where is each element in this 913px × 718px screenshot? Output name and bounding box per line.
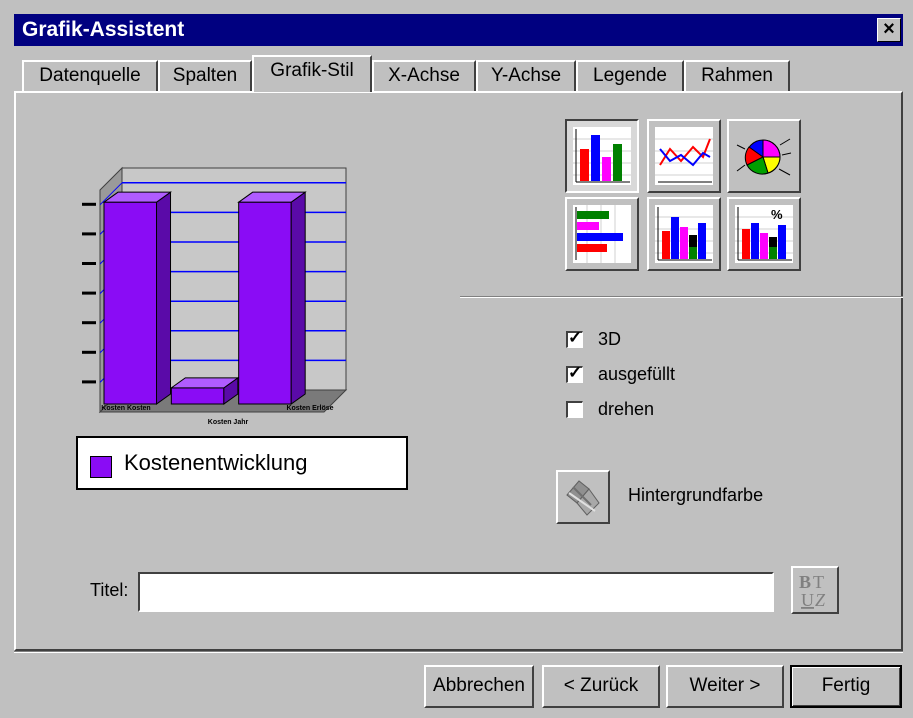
percent-stacked-bar-chart-icon: %: [735, 205, 793, 263]
title-label: Titel:: [90, 580, 129, 600]
tab-label: X-Achse: [388, 65, 460, 86]
chart-x-tick-label: Kosten Kosten: [101, 405, 150, 412]
horizontal-bar-chart-icon: [573, 205, 631, 263]
chart-y-tick-label: [82, 232, 96, 236]
tab-legende[interactable]: Legende: [576, 60, 684, 91]
chart-y-tick-label: [82, 202, 96, 206]
checkmark-icon: ✓: [568, 328, 583, 347]
next-button-label: Weiter >: [689, 675, 761, 696]
back-button[interactable]: < Zurück: [542, 665, 660, 708]
chart-bar-side: [156, 191, 172, 405]
tab-label: Datenquelle: [39, 65, 141, 86]
tab-x-achse[interactable]: X-Achse: [372, 60, 476, 91]
chart-legend: Kostenentwicklung: [76, 436, 408, 490]
finish-button[interactable]: Fertig: [790, 665, 902, 708]
cancel-button[interactable]: Abbrechen: [424, 665, 534, 708]
button-bar-separator: [14, 651, 903, 653]
tab-label: Y-Achse: [490, 65, 562, 86]
paint-roller-icon: [566, 480, 600, 516]
legend-swatch: [90, 456, 112, 478]
chart-y-tick-label: [82, 262, 96, 265]
stacked-bar-chart-icon: [655, 205, 713, 263]
options-separator: [460, 296, 903, 298]
close-button[interactable]: ×: [877, 18, 901, 42]
chart-y-tick-label: [82, 380, 96, 384]
bar-chart-icon: [573, 127, 631, 185]
pie-chart-icon: [735, 127, 793, 185]
chart-x-tick-label: Kosten Erlöse: [286, 405, 333, 412]
tab-spalten[interactable]: Spalten: [158, 60, 252, 91]
title-input[interactable]: [138, 572, 774, 612]
svg-text:B: B: [799, 572, 811, 592]
rotate-checkbox-label[interactable]: drehen: [598, 399, 654, 420]
svg-text:U: U: [801, 590, 814, 610]
tab-label: Spalten: [172, 65, 238, 86]
stacked-bar-chart-type-button[interactable]: [647, 197, 721, 271]
filled-checkbox[interactable]: ✓: [566, 363, 583, 383]
svg-text:Z: Z: [815, 590, 826, 610]
percent-stacked-bar-chart-type-button[interactable]: %: [727, 197, 801, 271]
chart-y-tick-label: [82, 321, 96, 325]
text-format-button[interactable]: B T U Z: [791, 566, 839, 614]
3d-checkbox-label[interactable]: 3D: [598, 329, 621, 350]
svg-text:%: %: [771, 207, 783, 222]
finish-button-label: Fertig: [821, 675, 871, 696]
cancel-button-label: Abbrechen: [433, 675, 525, 696]
background-color-button[interactable]: [556, 470, 610, 524]
svg-text:T: T: [813, 572, 824, 592]
chart-x-axis-title: Kosten Jahr: [208, 419, 249, 426]
pie-chart-type-button[interactable]: [727, 119, 801, 193]
chart-y-tick-label: [82, 350, 96, 354]
tab-y-achse[interactable]: Y-Achse: [476, 60, 576, 91]
horizontal-bar-chart-type-button[interactable]: [565, 197, 639, 271]
chart-bar: [103, 201, 158, 405]
line-chart-type-button[interactable]: [647, 119, 721, 193]
chart-bar: [170, 387, 225, 405]
chart-y-tick-label: [82, 291, 96, 295]
tab-label: Rahmen: [701, 65, 773, 86]
3d-checkbox[interactable]: ✓: [566, 328, 583, 348]
line-chart-icon: [655, 127, 713, 185]
next-button[interactable]: Weiter >: [666, 665, 784, 708]
bar-chart-type-button[interactable]: [565, 119, 639, 193]
dialog-window: Grafik-Assistent × Datenquelle Spalten G…: [0, 0, 913, 718]
chart-bar-side: [290, 191, 306, 405]
background-color-label: Hintergrundfarbe: [628, 485, 764, 505]
checkmark-icon: ✓: [568, 363, 583, 382]
close-icon: ×: [883, 18, 895, 40]
chart-bar: [238, 201, 292, 405]
chart-preview: Kosten Kosten Kosten Erlöse Kosten Jahr: [82, 166, 348, 426]
text-format-icon: B T U Z: [799, 572, 826, 610]
tab-grafik-stil[interactable]: Grafik-Stil: [252, 55, 372, 92]
legend-label: Kostenentwicklung: [124, 450, 308, 475]
rotate-checkbox[interactable]: [566, 401, 583, 418]
tab-rahmen[interactable]: Rahmen: [684, 60, 790, 91]
tab-label: Legende: [593, 65, 667, 86]
tab-label: Grafik-Stil: [270, 60, 354, 81]
back-button-label: < Zurück: [563, 675, 639, 696]
title-bar: Grafik-Assistent ×: [14, 14, 903, 46]
window-title: Grafik-Assistent: [22, 18, 185, 41]
filled-checkbox-label[interactable]: ausgefüllt: [598, 364, 675, 385]
tab-datenquelle[interactable]: Datenquelle: [22, 60, 158, 91]
